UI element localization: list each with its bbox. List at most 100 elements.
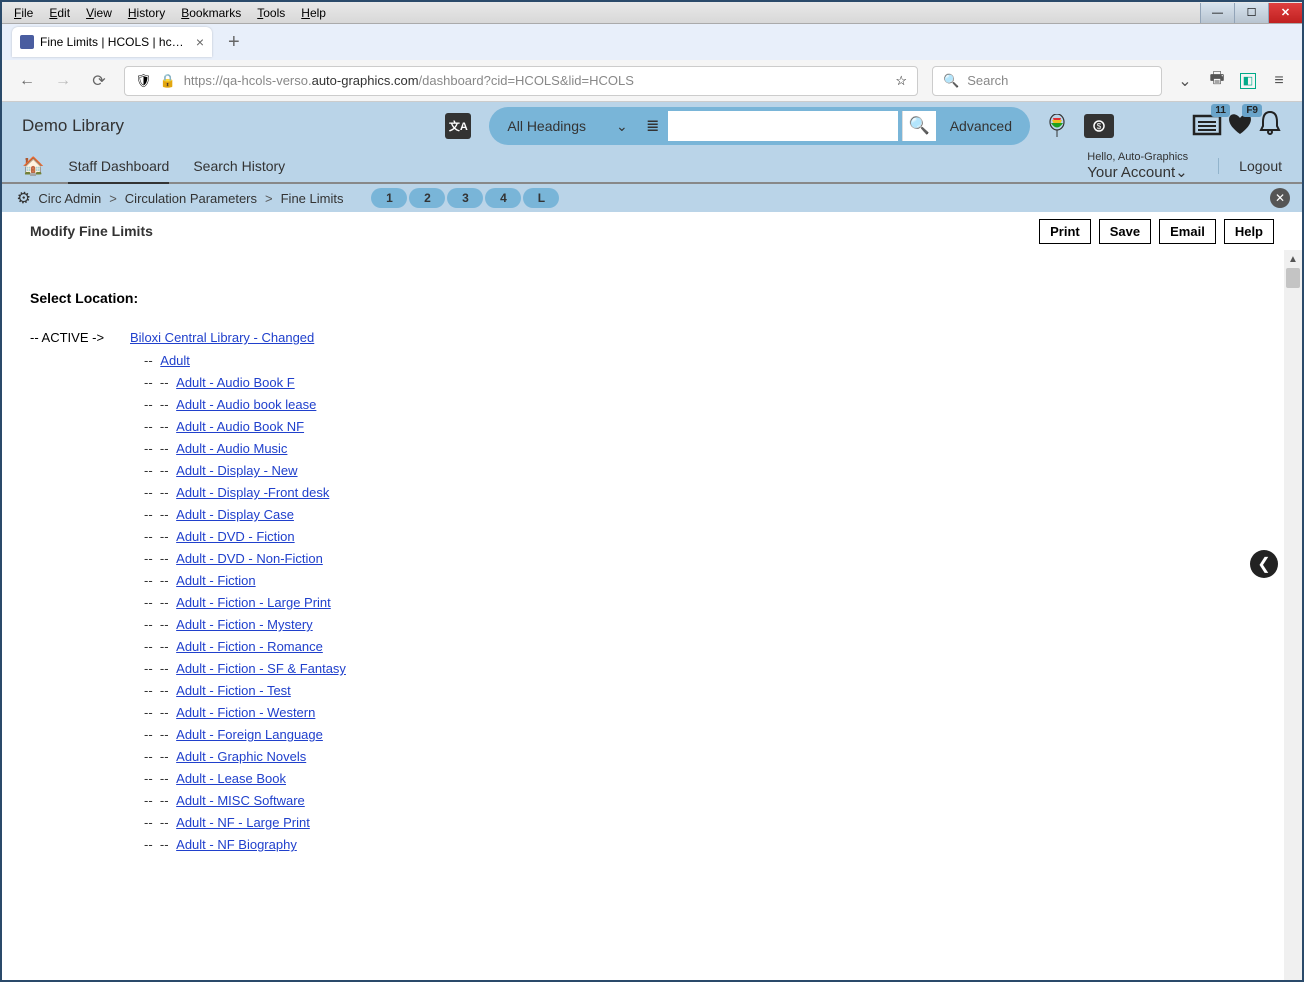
back-button[interactable]: ← bbox=[16, 70, 38, 92]
location-item: -- -- Adult - Fiction - Romance bbox=[144, 639, 1256, 654]
pocket-icon[interactable]: ⌄ bbox=[1176, 72, 1194, 90]
print-icon[interactable]: 🖶 bbox=[1208, 72, 1226, 90]
catalog-search: All Headings ⌄ ≣ 🔍 Advanced bbox=[489, 107, 1030, 145]
location-link[interactable]: Adult - Fiction - Mystery bbox=[176, 617, 313, 632]
menu-file[interactable]: File bbox=[6, 4, 41, 22]
location-item: -- -- Adult - Display Case bbox=[144, 507, 1256, 522]
nav-search-history[interactable]: Search History bbox=[193, 150, 285, 182]
location-link[interactable]: Adult - Fiction - Test bbox=[176, 683, 291, 698]
history-pill-2[interactable]: 2 bbox=[409, 188, 445, 208]
menu-help[interactable]: Help bbox=[293, 4, 334, 22]
location-link[interactable]: Adult - Display Case bbox=[176, 507, 294, 522]
print-button[interactable]: Print bbox=[1039, 219, 1091, 244]
favorites-icon[interactable]: F9 bbox=[1226, 110, 1254, 143]
new-tab-button[interactable]: + bbox=[220, 31, 248, 54]
nav-staff-dashboard[interactable]: Staff Dashboard bbox=[68, 150, 169, 185]
location-link[interactable]: Adult - Graphic Novels bbox=[176, 749, 306, 764]
browser-search-placeholder: Search bbox=[967, 73, 1008, 88]
menu-view[interactable]: View bbox=[78, 4, 120, 22]
menu-tools[interactable]: Tools bbox=[249, 4, 293, 22]
location-item: -- -- Adult - Fiction - SF & Fantasy bbox=[144, 661, 1256, 676]
crumb-circ-admin[interactable]: Circ Admin bbox=[38, 191, 101, 206]
home-icon[interactable]: 🏠 bbox=[22, 156, 44, 177]
crumb-fine-limits: Fine Limits bbox=[281, 191, 344, 206]
location-link[interactable]: Adult - Display -Front desk bbox=[176, 485, 329, 500]
location-link[interactable]: Adult bbox=[160, 353, 190, 368]
menu-bookmarks[interactable]: Bookmarks bbox=[173, 4, 249, 22]
hello-text: Hello, Auto-Graphics bbox=[1087, 151, 1188, 163]
browser-search-box[interactable]: 🔍 Search bbox=[932, 66, 1162, 96]
account-dropdown[interactable]: Your Account⌄ bbox=[1087, 163, 1188, 181]
library-root-link[interactable]: Biloxi Central Library - Changed bbox=[130, 330, 314, 345]
headings-dropdown[interactable]: All Headings ⌄ bbox=[493, 118, 641, 135]
location-link[interactable]: Adult - Lease Book bbox=[176, 771, 286, 786]
tab-favicon bbox=[20, 35, 34, 49]
location-link[interactable]: Adult - Audio Book NF bbox=[176, 419, 304, 434]
balloon-icon[interactable] bbox=[1048, 114, 1066, 138]
settings-icon[interactable]: ⚙ bbox=[11, 186, 35, 210]
bookmark-star-icon[interactable]: ☆ bbox=[895, 73, 907, 89]
menu-history[interactable]: History bbox=[120, 4, 173, 22]
location-link[interactable]: Adult - DVD - Fiction bbox=[176, 529, 294, 544]
extension-icon[interactable]: ◧ bbox=[1240, 73, 1256, 89]
breadcrumb: ⚙ Circ Admin > Circulation Parameters > … bbox=[2, 184, 1302, 212]
content-body: ▲ Select Location: -- ACTIVE -> Biloxi C… bbox=[2, 250, 1302, 980]
location-item: -- -- Adult - Fiction - Mystery bbox=[144, 617, 1256, 632]
menu-edit[interactable]: Edit bbox=[41, 4, 78, 22]
browser-toolbar: ← → ⟳ 🛡 🔒 https://qa-hcols-verso.auto-gr… bbox=[2, 60, 1302, 102]
forward-button[interactable]: → bbox=[52, 70, 74, 92]
history-pill-L[interactable]: L bbox=[523, 188, 559, 208]
advanced-search-button[interactable]: Advanced bbox=[936, 110, 1026, 142]
app-nav: 🏠 Staff Dashboard Search History Hello, … bbox=[2, 150, 1302, 184]
location-link[interactable]: Adult - Foreign Language bbox=[176, 727, 323, 742]
scan-icon[interactable]: $ bbox=[1084, 114, 1114, 138]
database-icon[interactable]: ≣ bbox=[642, 116, 664, 136]
location-item: -- Adult bbox=[144, 353, 1256, 368]
location-link[interactable]: Adult - Audio book lease bbox=[176, 397, 316, 412]
vertical-scrollbar[interactable]: ▲ bbox=[1284, 250, 1302, 980]
headings-label: All Headings bbox=[507, 118, 586, 134]
library-name: Demo Library bbox=[22, 116, 124, 136]
location-item: -- -- Adult - Audio Book NF bbox=[144, 419, 1256, 434]
location-link[interactable]: Adult - DVD - Non-Fiction bbox=[176, 551, 323, 566]
scroll-thumb[interactable] bbox=[1286, 268, 1300, 288]
window-minimize[interactable]: — bbox=[1200, 3, 1234, 23]
language-switch-icon[interactable]: 文A bbox=[445, 113, 471, 139]
crumb-circ-params[interactable]: Circulation Parameters bbox=[125, 191, 257, 206]
collapse-panel-icon[interactable]: ❮ bbox=[1250, 550, 1278, 578]
reload-button[interactable]: ⟳ bbox=[88, 70, 110, 92]
location-link[interactable]: Adult - NF - Large Print bbox=[176, 815, 310, 830]
location-link[interactable]: Adult - MISC Software bbox=[176, 793, 305, 808]
tab-close-icon[interactable]: × bbox=[196, 34, 204, 50]
address-bar[interactable]: 🛡 🔒 https://qa-hcols-verso.auto-graphics… bbox=[124, 66, 918, 96]
browser-menu-bar: FileEditViewHistoryBookmarksToolsHelp — … bbox=[2, 2, 1302, 24]
search-go-icon[interactable]: 🔍 bbox=[902, 111, 936, 141]
window-close[interactable]: ✕ bbox=[1268, 3, 1302, 23]
location-link[interactable]: Adult - Fiction - Western bbox=[176, 705, 315, 720]
location-link[interactable]: Adult - Display - New bbox=[176, 463, 297, 478]
history-pill-1[interactable]: 1 bbox=[371, 188, 407, 208]
close-panel-icon[interactable]: ✕ bbox=[1270, 188, 1290, 208]
save-button[interactable]: Save bbox=[1099, 219, 1151, 244]
help-button[interactable]: Help bbox=[1224, 219, 1274, 244]
location-link[interactable]: Adult - Fiction bbox=[176, 573, 255, 588]
logout-link[interactable]: Logout bbox=[1218, 158, 1282, 174]
location-link[interactable]: Adult - NF Biography bbox=[176, 837, 297, 852]
browser-tab[interactable]: Fine Limits | HCOLS | hcols | Au × bbox=[12, 27, 212, 57]
catalog-search-input[interactable] bbox=[668, 111, 898, 141]
email-button[interactable]: Email bbox=[1159, 219, 1216, 244]
location-link[interactable]: Adult - Audio Book F bbox=[176, 375, 295, 390]
location-link[interactable]: Adult - Fiction - SF & Fantasy bbox=[176, 661, 346, 676]
location-link[interactable]: Adult - Audio Music bbox=[176, 441, 287, 456]
scroll-up-arrow-icon[interactable]: ▲ bbox=[1284, 250, 1302, 268]
active-prefix: -- ACTIVE -> bbox=[30, 330, 120, 345]
location-link[interactable]: Adult - Fiction - Large Print bbox=[176, 595, 331, 610]
window-maximize[interactable]: ☐ bbox=[1234, 3, 1268, 23]
history-pill-3[interactable]: 3 bbox=[447, 188, 483, 208]
location-item: -- -- Adult - Fiction - Western bbox=[144, 705, 1256, 720]
hamburger-menu-icon[interactable]: ≡ bbox=[1270, 72, 1288, 90]
my-lists-icon[interactable]: 11 bbox=[1192, 110, 1222, 143]
location-link[interactable]: Adult - Fiction - Romance bbox=[176, 639, 323, 654]
notifications-icon[interactable] bbox=[1258, 110, 1282, 143]
history-pill-4[interactable]: 4 bbox=[485, 188, 521, 208]
